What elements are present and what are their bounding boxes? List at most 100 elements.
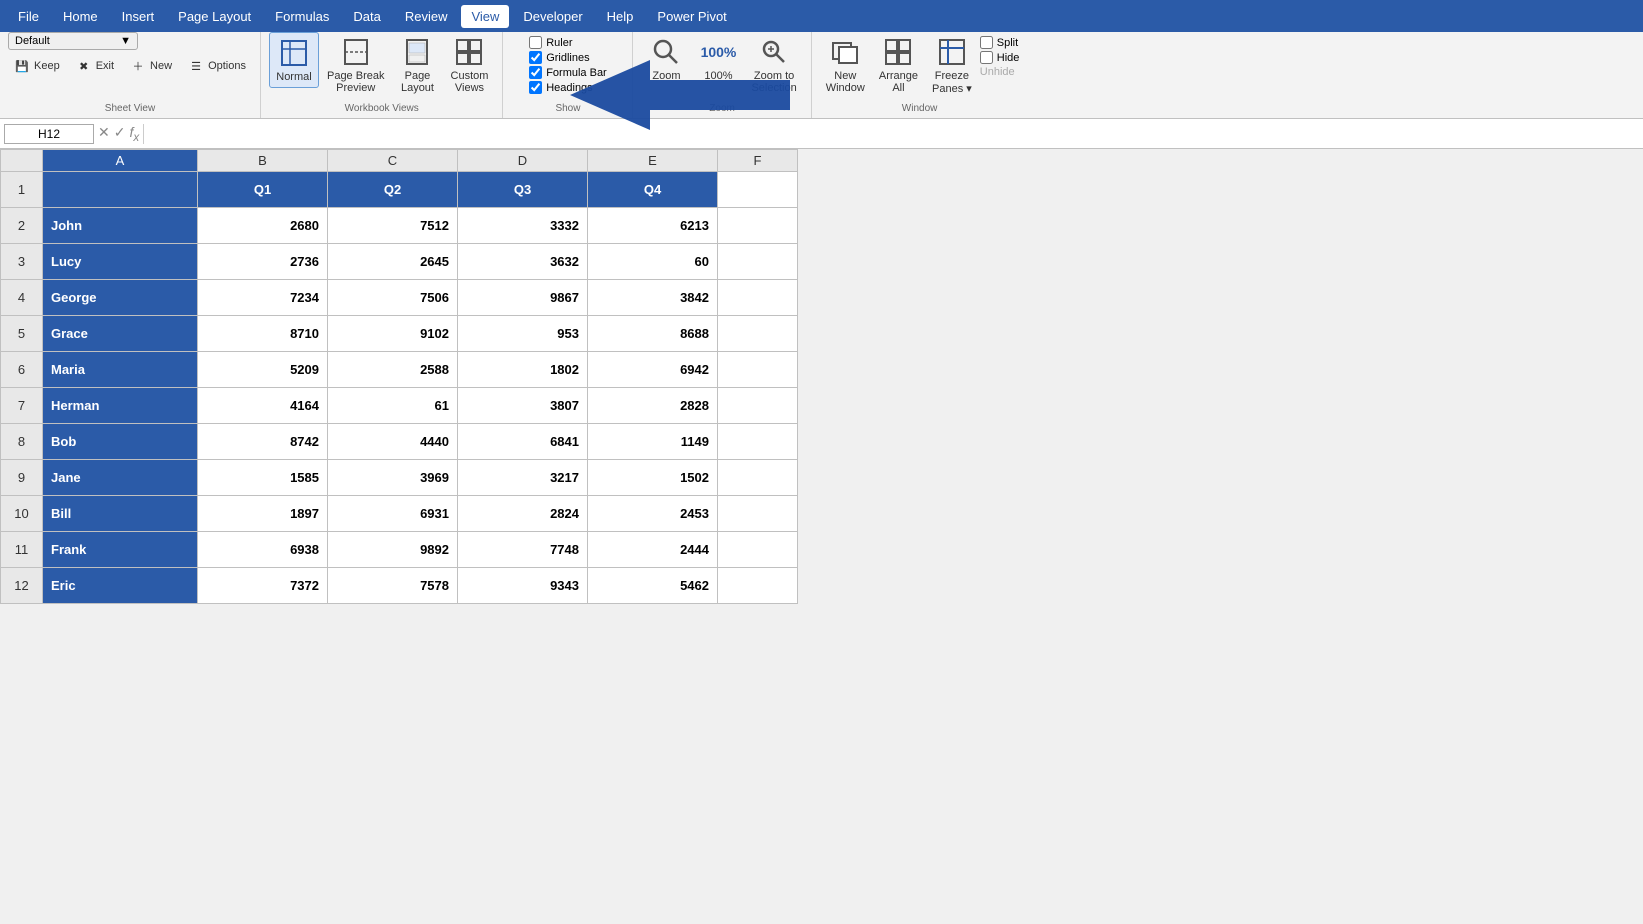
cell[interactable]: 2645 [328, 244, 458, 280]
cell[interactable]: 7234 [198, 280, 328, 316]
formula-bar-checkbox[interactable] [529, 66, 542, 79]
cell[interactable]: 8688 [588, 316, 718, 352]
col-header-a[interactable]: A [43, 150, 198, 172]
cell[interactable] [718, 172, 798, 208]
cell[interactable]: 7506 [328, 280, 458, 316]
row-header-3[interactable]: 3 [1, 244, 43, 280]
cell[interactable]: 6841 [458, 424, 588, 460]
cell[interactable] [718, 316, 798, 352]
menu-power-pivot[interactable]: Power Pivot [647, 5, 736, 28]
cell[interactable]: 4164 [198, 388, 328, 424]
cell[interactable]: 2588 [328, 352, 458, 388]
menu-home[interactable]: Home [53, 5, 108, 28]
cell[interactable]: 3842 [588, 280, 718, 316]
cell[interactable]: 1802 [458, 352, 588, 388]
menu-view[interactable]: View [461, 5, 509, 28]
cell[interactable]: 2828 [588, 388, 718, 424]
cell[interactable] [718, 208, 798, 244]
sheet-view-dropdown[interactable]: Default ▼ [8, 32, 138, 50]
split-check[interactable] [980, 36, 993, 49]
cell[interactable]: 4440 [328, 424, 458, 460]
custom-views-button[interactable]: CustomViews [444, 32, 494, 98]
cell[interactable]: 953 [458, 316, 588, 352]
cell[interactable]: 2736 [198, 244, 328, 280]
menu-page-layout[interactable]: Page Layout [168, 5, 261, 28]
cell[interactable]: 60 [588, 244, 718, 280]
cell[interactable] [718, 280, 798, 316]
formula-bar-checkbox-item[interactable]: Formula Bar [529, 66, 607, 79]
spreadsheet-container[interactable]: A B C D E F 1Q1Q2Q3Q42John26807512333262… [0, 149, 1643, 893]
cell[interactable] [718, 424, 798, 460]
menu-file[interactable]: File [8, 5, 49, 28]
zoom-to-selection-button[interactable]: Zoom toSelection [745, 32, 802, 98]
hide-check[interactable] [980, 51, 993, 64]
gridlines-checkbox[interactable] [529, 51, 542, 64]
cell[interactable] [43, 172, 198, 208]
cell[interactable]: 3632 [458, 244, 588, 280]
cell[interactable]: John [43, 208, 198, 244]
cell[interactable]: 2444 [588, 532, 718, 568]
cell[interactable] [718, 388, 798, 424]
cell[interactable]: 8742 [198, 424, 328, 460]
cell[interactable] [718, 496, 798, 532]
cell[interactable]: Grace [43, 316, 198, 352]
cell[interactable]: 2453 [588, 496, 718, 532]
cell[interactable]: Q1 [198, 172, 328, 208]
cell[interactable]: Lucy [43, 244, 198, 280]
page-layout-button[interactable]: PageLayout [392, 32, 442, 98]
row-header-4[interactable]: 4 [1, 280, 43, 316]
col-header-f[interactable]: F [718, 150, 798, 172]
col-header-d[interactable]: D [458, 150, 588, 172]
headings-checkbox[interactable] [529, 81, 542, 94]
cell[interactable]: 3332 [458, 208, 588, 244]
arrange-all-button[interactable]: ArrangeAll [873, 32, 924, 98]
cell[interactable]: Q2 [328, 172, 458, 208]
headings-checkbox-item[interactable]: Headings [529, 81, 607, 94]
menu-data[interactable]: Data [343, 5, 390, 28]
cell[interactable]: Frank [43, 532, 198, 568]
keep-button[interactable]: 💾 Keep [8, 56, 66, 76]
col-header-e[interactable]: E [588, 150, 718, 172]
cell[interactable]: Eric [43, 568, 198, 604]
exit-button[interactable]: ✖ Exit [70, 56, 120, 76]
cell[interactable]: 7748 [458, 532, 588, 568]
cell[interactable]: 5209 [198, 352, 328, 388]
name-box[interactable] [4, 124, 94, 144]
cell[interactable]: 7578 [328, 568, 458, 604]
function-icon[interactable]: fx [129, 124, 139, 144]
cell[interactable]: Q3 [458, 172, 588, 208]
cell[interactable]: 1502 [588, 460, 718, 496]
cell[interactable] [718, 532, 798, 568]
cell[interactable]: 8710 [198, 316, 328, 352]
cell[interactable]: 6938 [198, 532, 328, 568]
zoom-100-button[interactable]: 100% 100% [693, 32, 743, 86]
cell[interactable]: 5462 [588, 568, 718, 604]
cell[interactable]: 2680 [198, 208, 328, 244]
ruler-checkbox[interactable] [529, 36, 542, 49]
col-header-b[interactable]: B [198, 150, 328, 172]
row-header-11[interactable]: 11 [1, 532, 43, 568]
cell[interactable]: 7372 [198, 568, 328, 604]
cell[interactable]: 6213 [588, 208, 718, 244]
cell[interactable] [718, 352, 798, 388]
formula-input[interactable] [148, 125, 1639, 143]
menu-insert[interactable]: Insert [112, 5, 165, 28]
cell[interactable]: George [43, 280, 198, 316]
cell[interactable]: 7512 [328, 208, 458, 244]
cell[interactable]: 3807 [458, 388, 588, 424]
page-break-preview-button[interactable]: Page BreakPreview [321, 32, 390, 98]
cell[interactable]: 9892 [328, 532, 458, 568]
col-header-c[interactable]: C [328, 150, 458, 172]
row-header-1[interactable]: 1 [1, 172, 43, 208]
cell[interactable]: Bill [43, 496, 198, 532]
cell[interactable] [718, 244, 798, 280]
row-header-5[interactable]: 5 [1, 316, 43, 352]
cell[interactable]: 9343 [458, 568, 588, 604]
row-header-6[interactable]: 6 [1, 352, 43, 388]
cell[interactable]: 3217 [458, 460, 588, 496]
normal-view-button[interactable]: Normal [269, 32, 319, 88]
cell[interactable]: Q4 [588, 172, 718, 208]
cell[interactable]: 1897 [198, 496, 328, 532]
row-header-8[interactable]: 8 [1, 424, 43, 460]
cell[interactable]: 1149 [588, 424, 718, 460]
